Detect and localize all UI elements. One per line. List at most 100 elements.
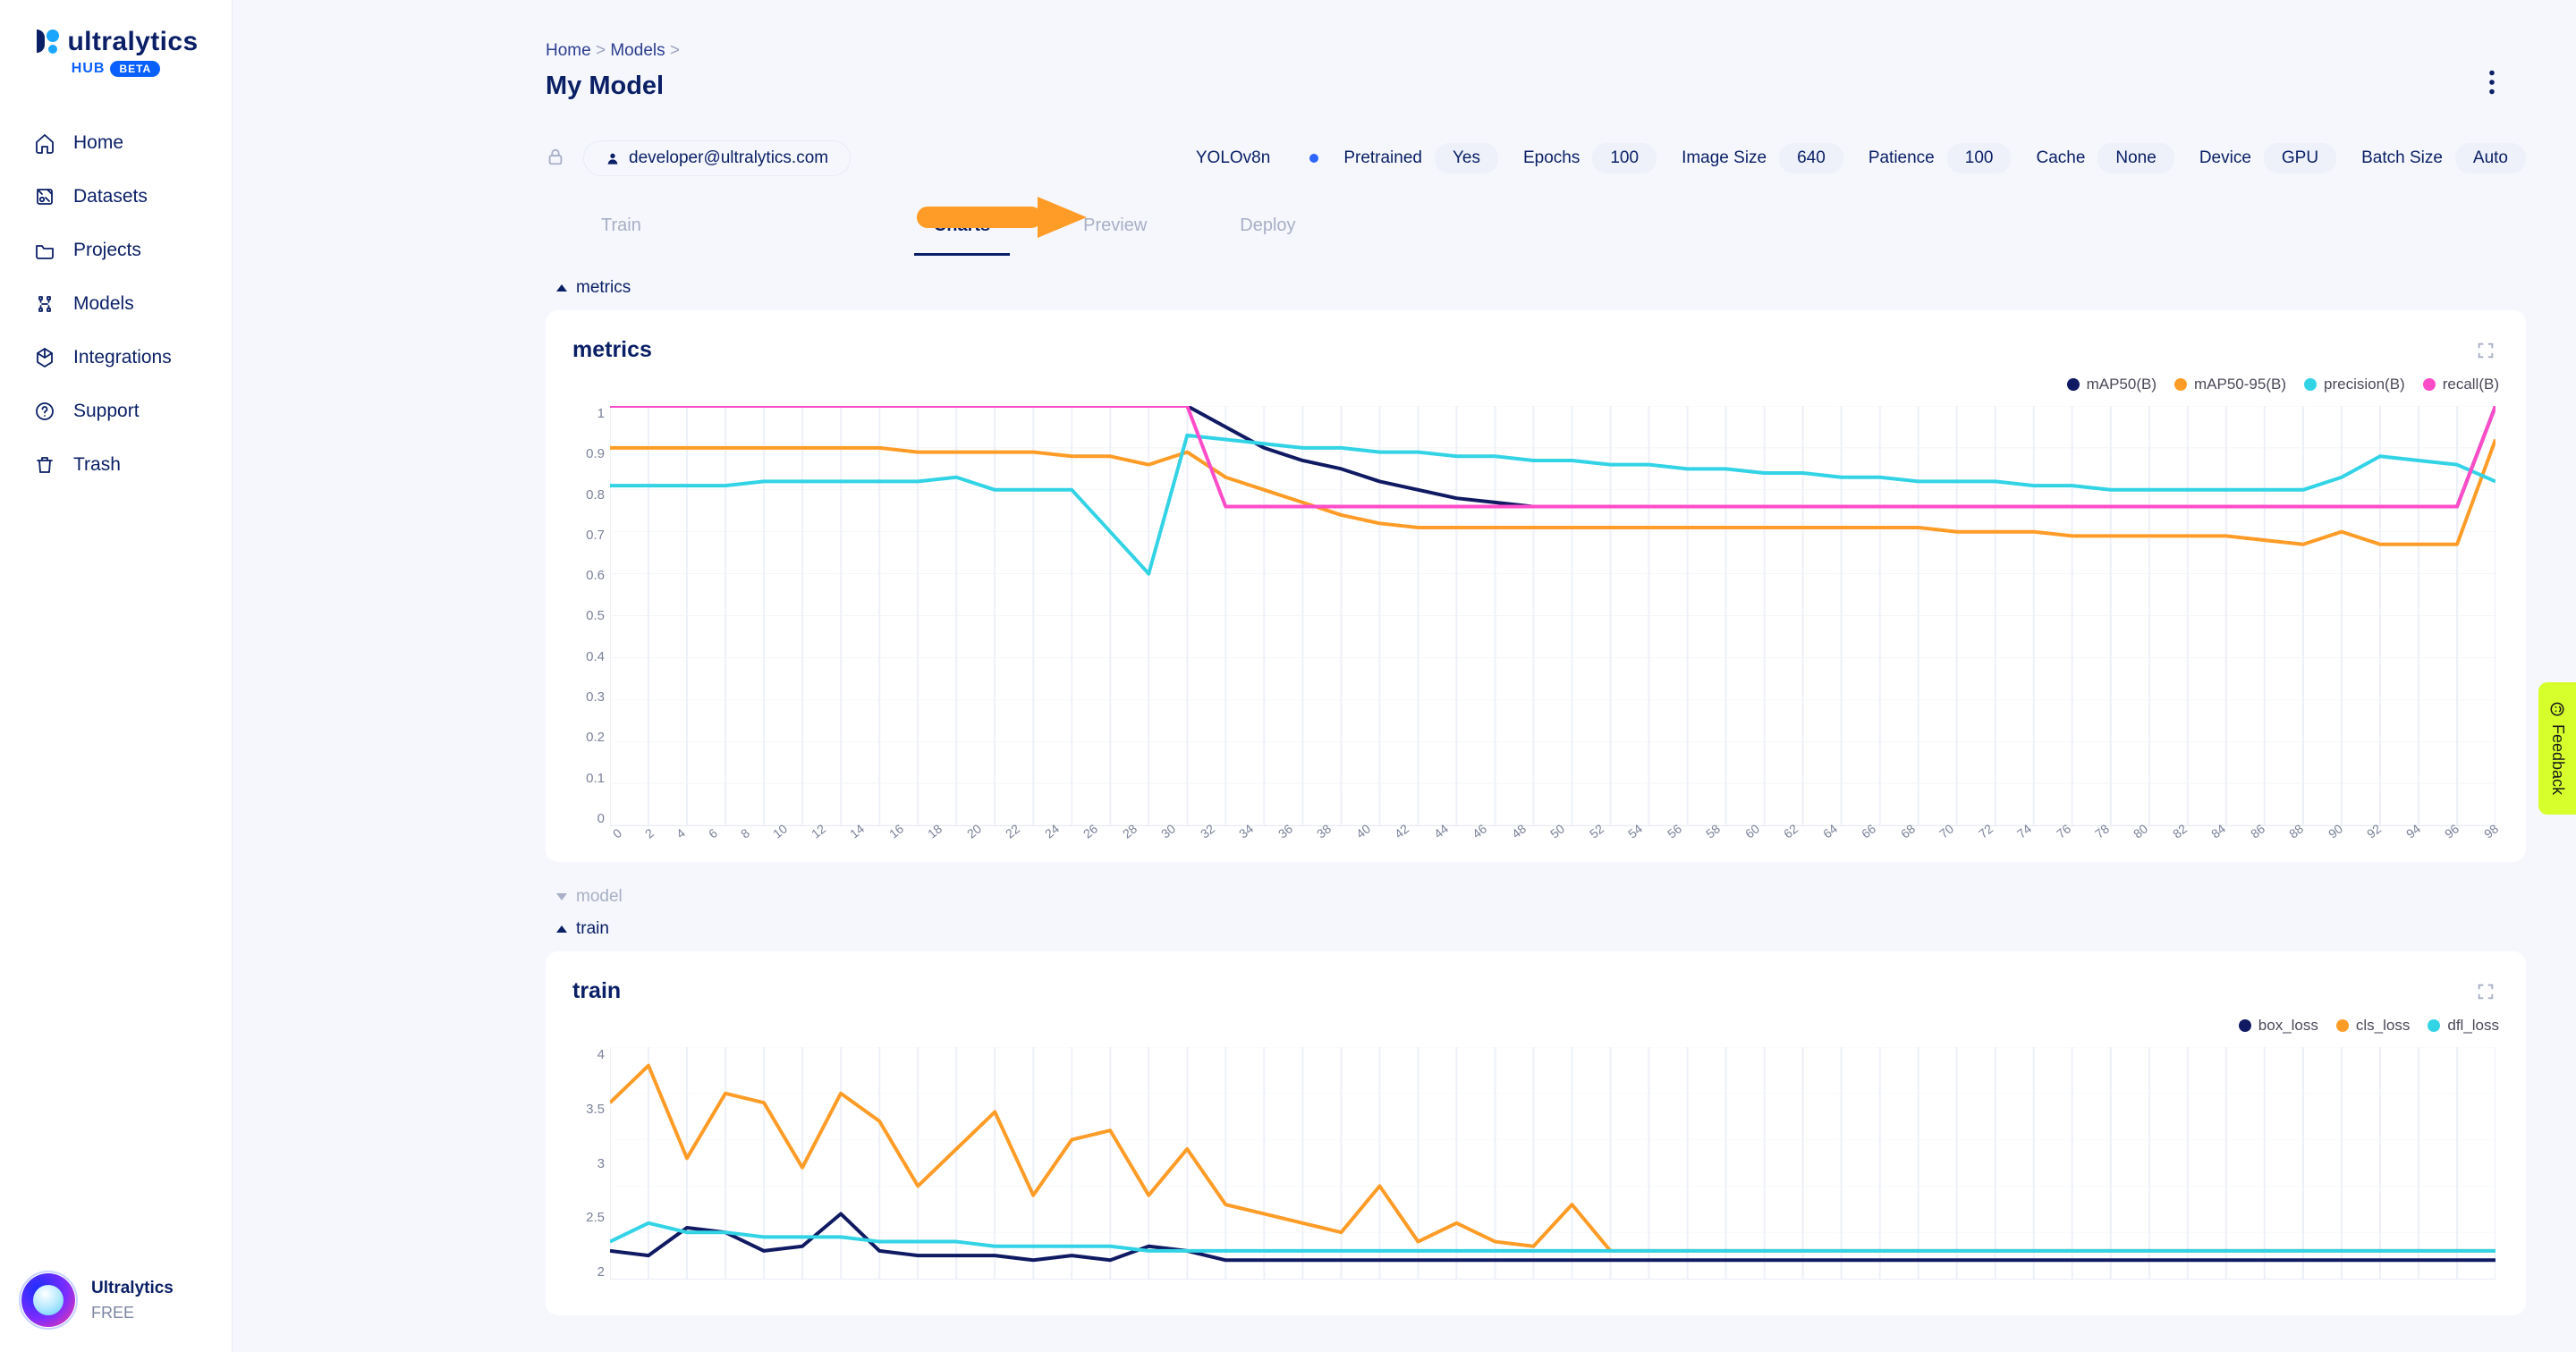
section-toggle-metrics[interactable]: metrics [546,278,2526,298]
pill-value: Yes [1435,143,1498,173]
chart-legend: mAP50(B) mAP50-95(B) precision(B) recall(B) [572,376,2499,393]
legend-item[interactable]: mAP50(B) [2067,376,2157,393]
footer-name: Ultralytics [91,1279,174,1298]
card-title: metrics [572,337,2499,363]
legend-item[interactable]: precision(B) [2304,376,2405,393]
owner-email: developer@ultralytics.com [629,148,828,168]
support-icon [34,401,55,422]
sidebar-item-label: Support [73,401,140,422]
section-toggle-train[interactable]: train [546,919,2526,939]
tab-label: Deploy [1240,215,1295,235]
model-config-pills: YOLOv8n Pretrained Yes Epochs 100 Image Size… [1196,143,2526,173]
color-dot-icon [2336,1019,2349,1032]
sidebar: ultralytics HUB BETA HomeDatasetsProject… [0,0,233,1352]
page-title: My Model [546,72,2526,101]
sidebar-item-trash[interactable]: Trash [0,438,232,492]
y-tick: 2 [572,1264,605,1280]
pill-label: Pretrained [1343,148,1422,168]
pill-value: 100 [1947,143,2012,173]
legend-label: mAP50(B) [2087,376,2157,393]
color-dot-icon [2239,1019,2251,1032]
config-pill-patience: Patience100 [1868,143,2012,173]
owner-chip[interactable]: developer@ultralytics.com [583,140,851,176]
chart-legend: box_loss cls_loss dfl_loss [572,1017,2499,1035]
sidebar-item-datasets[interactable]: Datasets [0,170,232,224]
legend-item[interactable]: mAP50-95(B) [2174,376,2286,393]
expand-icon[interactable] [2476,982,2496,1006]
projects-icon [34,240,55,261]
y-tick: 0.9 [572,446,605,461]
section-toggle-label: train [576,919,609,939]
sidebar-item-home[interactable]: Home [0,116,232,170]
y-tick: 2.5 [572,1210,605,1225]
footer-plan: FREE [91,1304,174,1322]
breadcrumb-link[interactable]: Home [546,41,591,60]
pill-label: Batch Size [2361,148,2443,168]
pill-value: Auto [2455,143,2526,173]
config-pill-image-size: Image Size640 [1682,143,1843,173]
datasets-icon [34,186,55,207]
y-tick: 0.6 [572,568,605,583]
more-menu-button[interactable] [2488,70,2496,101]
pill-label: Cache [2036,148,2085,168]
y-tick: 0.8 [572,487,605,503]
pill-value: None [2097,143,2174,173]
sidebar-item-label: Datasets [73,186,148,207]
detail-tabs: TrainConfigurationChartsPreviewDeploy [546,207,2526,257]
avatar [21,1273,75,1327]
color-dot-icon [2428,1019,2440,1032]
tab-train[interactable]: Train [581,207,661,256]
sidebar-footer[interactable]: Ultralytics FREE [0,1248,232,1352]
y-tick: 0.2 [572,730,605,745]
section-toggle-label: model [576,887,623,907]
tab-deploy[interactable]: Deploy [1220,207,1315,256]
sidebar-item-label: Models [73,293,134,315]
legend-item[interactable]: box_loss [2239,1017,2318,1035]
section-toggle-label: metrics [576,278,631,298]
tab-label: Charts [934,215,990,235]
legend-item[interactable]: dfl_loss [2428,1017,2499,1035]
train-card: train box_losscls_lossdfl_loss 43.532.52 [546,951,2526,1315]
legend-label: recall(B) [2443,376,2499,393]
expand-icon[interactable] [2476,341,2496,365]
tab-preview[interactable]: Preview [1063,207,1166,256]
legend-item[interactable]: recall(B) [2423,376,2499,393]
model-name: YOLOv8n [1196,148,1270,168]
sidebar-item-integrations[interactable]: Integrations [0,331,232,384]
breadcrumb: Home > Models > [546,41,2526,61]
logo-mark-icon [33,27,60,57]
sidebar-item-models[interactable]: Models [0,277,232,331]
config-pill-device: DeviceGPU [2199,143,2336,173]
config-pill-batch-size: Batch Size Auto [2361,143,2526,173]
tab-label: Preview [1083,215,1147,235]
x-tick: 8 [738,825,758,848]
config-pill-pretrained: Pretrained Yes [1343,143,1498,173]
color-dot-icon [2423,378,2436,391]
y-tick: 0.1 [572,771,605,786]
breadcrumb-link[interactable]: Models [610,41,665,60]
legend-label: box_loss [2258,1017,2318,1035]
main: Home > Models > My Model developer@ultra… [233,0,2576,1352]
config-pill-cache: Cache None [2036,143,2174,173]
legend-item[interactable]: cls_loss [2336,1017,2410,1035]
x-tick: 2 [642,825,662,848]
y-tick: 4 [572,1047,605,1062]
meta-row: developer@ultralytics.com YOLOv8n Pretra… [546,140,2526,176]
y-tick: 0 [572,811,605,826]
section-toggle-model[interactable]: model [546,887,2526,907]
x-tick: 4 [674,825,693,848]
lock-icon [546,147,565,171]
pill-value: 100 [1592,143,1657,173]
train-chart: 43.532.52 [572,1047,2499,1306]
pill-label: Image Size [1682,148,1767,168]
pill-label: Epochs [1523,148,1580,168]
sidebar-item-projects[interactable]: Projects [0,224,232,277]
y-tick: 0.5 [572,608,605,623]
tab-charts[interactable]: Charts [914,207,1010,256]
home-icon [34,132,55,154]
y-tick: 0.4 [572,649,605,664]
sidebar-item-support[interactable]: Support [0,384,232,438]
y-tick: 3 [572,1156,605,1171]
y-tick: 1 [572,406,605,421]
color-dot-icon [2174,378,2187,391]
